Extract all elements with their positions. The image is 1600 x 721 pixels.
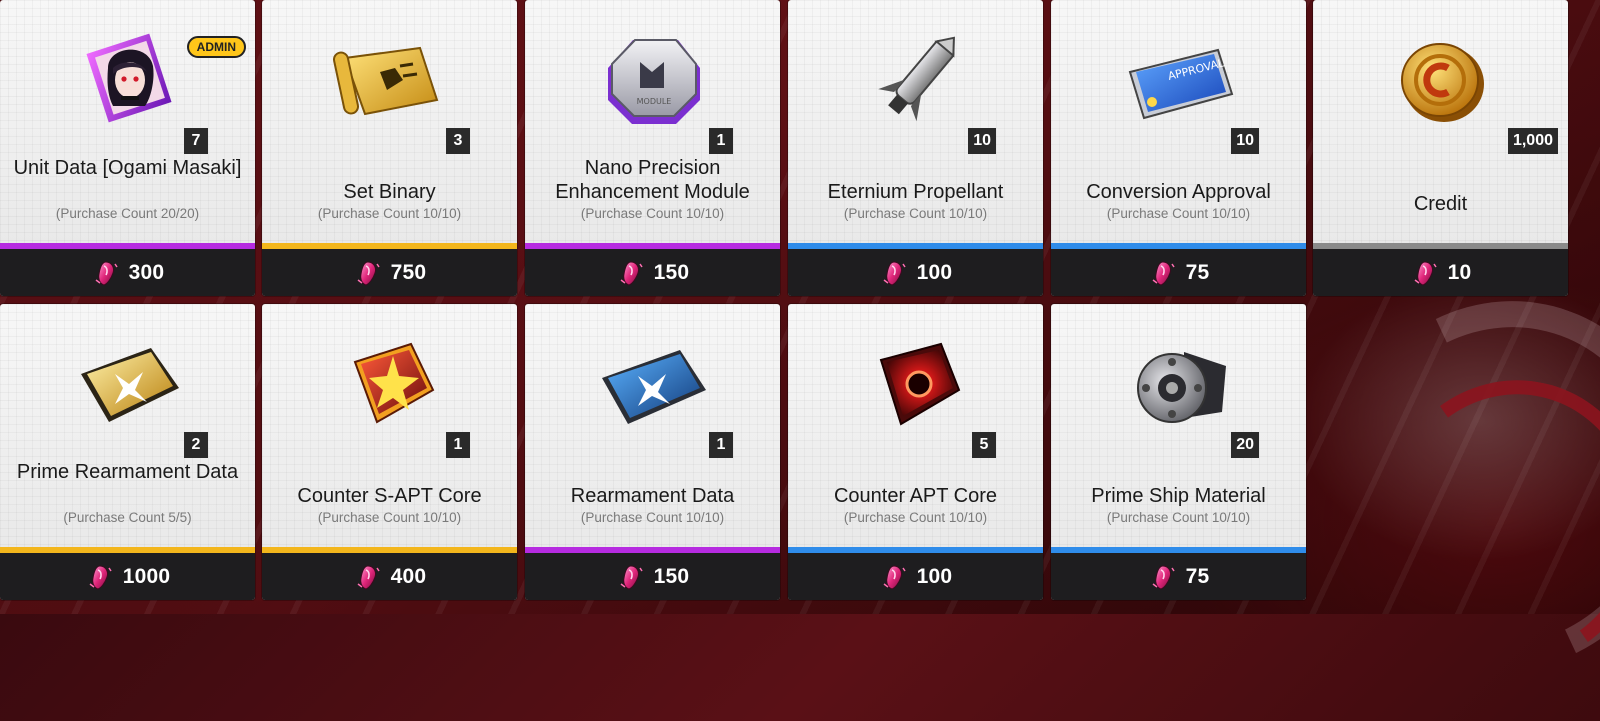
- gold-data-tablet-icon: [63, 332, 193, 442]
- price-button[interactable]: 300: [0, 249, 255, 296]
- price-button[interactable]: 100: [788, 249, 1043, 296]
- approval-ticket-icon: APPROVAL: [1114, 28, 1244, 138]
- purchase-count: (Purchase Count 10/10): [1106, 206, 1251, 221]
- price-value: 300: [128, 260, 165, 284]
- price-value: 150: [653, 564, 690, 588]
- gem-currency-icon: [85, 562, 115, 592]
- shop-item-card[interactable]: 10 Eternium Propellant (Purchase Count 1…: [788, 0, 1043, 296]
- gem-currency-icon: [879, 562, 909, 592]
- gem-currency-icon: [616, 258, 646, 288]
- scroll-icon: [325, 28, 455, 138]
- price-value: 100: [916, 260, 953, 284]
- purchase-count: (Purchase Count 10/10): [580, 206, 725, 221]
- price-value: 75: [1185, 260, 1210, 284]
- item-name: Conversion Approval: [1086, 181, 1271, 203]
- svg-text:MODULE: MODULE: [636, 97, 671, 106]
- price-button[interactable]: 400: [262, 553, 517, 600]
- purchase-count: (Purchase Count 10/10): [1106, 510, 1251, 525]
- item-quantity: 10: [968, 128, 996, 154]
- gear-part-icon: [1114, 332, 1244, 442]
- purchase-count: (Purchase Count 10/10): [317, 206, 462, 221]
- price-button[interactable]: 150: [525, 553, 780, 600]
- price-value: 750: [390, 260, 427, 284]
- red-core-icon: [851, 332, 981, 442]
- purchase-count: (Purchase Count 20/20): [55, 206, 200, 221]
- shop-item-card[interactable]: 20 Prime Ship Material (Purchase Count 1…: [1051, 304, 1306, 600]
- shop-item-card[interactable]: 2 Prime Rearmament Data (Purchase Count …: [0, 304, 255, 600]
- shop-item-card[interactable]: APPROVAL 10 Conversion Approval (Purchas…: [1051, 0, 1306, 296]
- gem-currency-icon: [1410, 258, 1440, 288]
- item-quantity: 1: [709, 432, 733, 458]
- item-name: Counter S-APT Core: [297, 485, 482, 507]
- price-value: 10: [1447, 260, 1472, 284]
- purchase-count: (Purchase Count 10/10): [580, 510, 725, 525]
- item-quantity: 2: [184, 432, 208, 458]
- price-button[interactable]: 1000: [0, 553, 255, 600]
- item-name: Nano Precision Enhancement Module: [555, 157, 750, 203]
- shop-item-card[interactable]: MODULE 1 Nano Precision Enhancement Modu…: [525, 0, 780, 296]
- price-button[interactable]: 10: [1313, 249, 1568, 296]
- shop-item-card[interactable]: ADMIN 7 Unit Data [Ogami Masaki] (Purcha…: [0, 0, 255, 296]
- gem-currency-icon: [353, 258, 383, 288]
- price-button[interactable]: 150: [525, 249, 780, 296]
- gem-currency-icon: [879, 258, 909, 288]
- item-quantity: 5: [972, 432, 996, 458]
- shop-item-card[interactable]: 3 Set Binary (Purchase Count 10/10) 750: [262, 0, 517, 296]
- item-name: Rearmament Data: [570, 485, 735, 507]
- price-value: 100: [916, 564, 953, 588]
- item-name: Eternium Propellant: [827, 181, 1004, 203]
- price-button[interactable]: 75: [1051, 249, 1306, 296]
- item-quantity: 7: [184, 128, 208, 154]
- star-core-icon: [325, 332, 455, 442]
- item-quantity: 1: [709, 128, 733, 154]
- admin-badge: ADMIN: [186, 36, 246, 58]
- price-value: 75: [1185, 564, 1210, 588]
- rocket-icon: [851, 28, 981, 138]
- item-quantity: 20: [1231, 432, 1259, 458]
- purchase-count: (Purchase Count 5/5): [63, 510, 192, 525]
- gem-currency-icon: [353, 562, 383, 592]
- gem-currency-icon: [616, 562, 646, 592]
- price-button[interactable]: 100: [788, 553, 1043, 600]
- coin-icon: [1376, 28, 1506, 138]
- price-button[interactable]: 750: [262, 249, 517, 296]
- price-value: 400: [390, 564, 427, 588]
- price-button[interactable]: 75: [1051, 553, 1306, 600]
- purchase-count: (Purchase Count 10/10): [317, 510, 462, 525]
- gem-currency-icon: [91, 258, 121, 288]
- item-quantity: 3: [446, 128, 470, 154]
- blue-data-tablet-icon: [588, 332, 718, 442]
- purchase-count: (Purchase Count 10/10): [843, 510, 988, 525]
- item-name: Counter APT Core: [833, 485, 998, 507]
- item-quantity: 10: [1231, 128, 1259, 154]
- purchase-count: (Purchase Count 10/10): [843, 206, 988, 221]
- item-name: Credit: [1413, 193, 1468, 215]
- item-name: Prime Rearmament Data: [16, 461, 239, 483]
- gem-currency-icon: [1148, 562, 1178, 592]
- gem-currency-icon: [1148, 258, 1178, 288]
- shop-item-card[interactable]: 1 Rearmament Data (Purchase Count 10/10)…: [525, 304, 780, 600]
- shop-item-card[interactable]: 5 Counter APT Core (Purchase Count 10/10…: [788, 304, 1043, 600]
- shop-item-card[interactable]: 1 Counter S-APT Core (Purchase Count 10/…: [262, 304, 517, 600]
- shop-item-card[interactable]: 1,000 Credit 10: [1313, 0, 1568, 296]
- item-name: Prime Ship Material: [1091, 485, 1266, 507]
- item-name: Set Binary: [343, 181, 436, 203]
- price-value: 150: [653, 260, 690, 284]
- module-chip-icon: MODULE: [588, 28, 718, 138]
- item-quantity: 1: [446, 432, 470, 458]
- price-value: 1000: [122, 564, 171, 588]
- unit-portrait-icon: [63, 28, 193, 138]
- item-quantity: 1,000: [1507, 128, 1558, 154]
- item-name: Unit Data [Ogami Masaki]: [13, 157, 242, 179]
